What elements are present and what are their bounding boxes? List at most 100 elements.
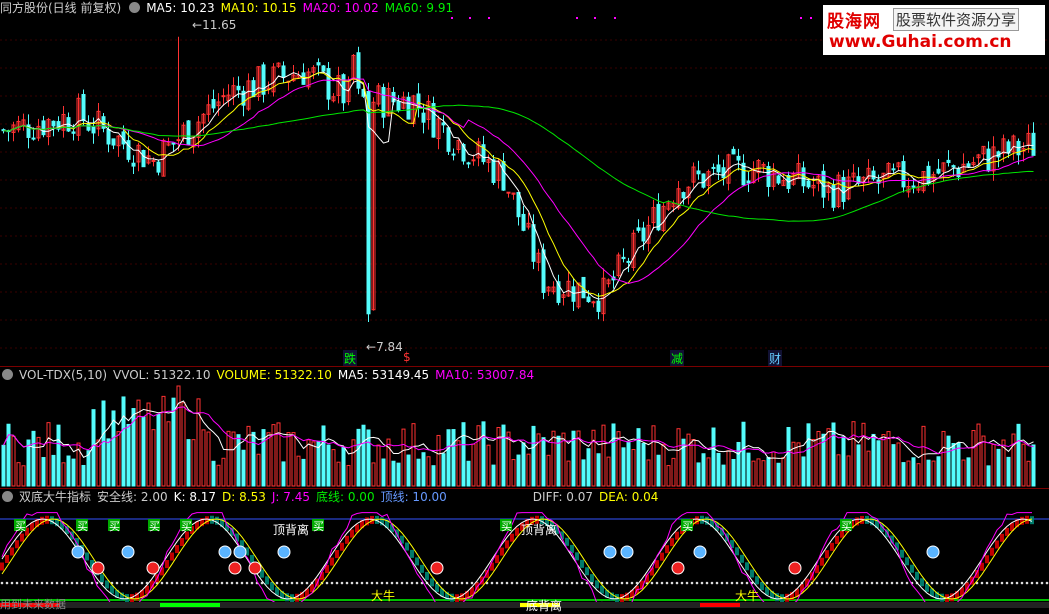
safe-line-dot [720,581,724,585]
volume-bar [971,430,976,487]
volume-bar [626,441,631,487]
safe-line-dot [385,581,389,585]
safe-line-dot [10,581,14,585]
safe-line-dot [460,581,464,585]
volume-bar [676,428,681,487]
safe-line-dot [455,581,459,585]
red-bubble-icon [228,561,242,575]
gear-icon[interactable] [2,369,13,380]
volume-bar [511,459,516,487]
event-marker[interactable]: 减 [670,350,685,367]
volume-bar [231,431,236,487]
candle-body [221,95,226,98]
watermark-slogan: 股票软件资源分享 [893,8,1020,31]
safe-line-dot [90,581,94,585]
candle-body [421,112,426,123]
bottom-line-label: 底线: 0.00 [316,490,375,504]
safe-line-dot [295,581,299,585]
volume-bar [666,465,671,487]
safe-line-dot [235,581,239,585]
safe-line-dot [170,581,174,585]
volume-pane[interactable]: VOL-TDX(5,10) VVOL: 51322.10 VOLUME: 51322… [0,366,1049,489]
safe-line-dot [500,581,504,585]
event-marker[interactable]: 跌 [343,350,358,367]
price-pane[interactable]: 同方股份(日线 前复权) MA5: 10.23 MA10: 10.15 MA20: 1… [0,0,1049,367]
safe-line-dot [70,581,74,585]
volume-bar [116,431,121,487]
candle-body [721,167,726,179]
volume-bar [631,449,636,487]
volume-bar [731,458,736,487]
candle-body [946,159,951,164]
safe-line-dot [885,581,889,585]
candle-body [466,162,471,165]
red-bubble-icon [248,561,262,575]
safe-line-label: 安全线: 2.00 [97,490,168,504]
volume-bar [931,460,936,487]
signal-dot [576,17,578,19]
candle-body [636,227,641,231]
safe-line-dot [360,581,364,585]
safe-line-dot [1030,581,1034,585]
volume-bar [306,439,311,487]
candle-body [81,94,86,122]
volume-bar [191,439,196,487]
volume-bar [196,398,201,487]
volume-bar [586,448,591,487]
volume-bar [551,430,556,487]
candle-body [441,122,446,126]
safe-line-dot [15,581,19,585]
volume-bar [526,453,531,487]
red-bubble-icon [430,561,444,575]
signal-dot [800,17,802,19]
status-text: 用到未来数据 [0,598,66,611]
safe-line-dot [185,581,189,585]
volume-bar [241,449,246,487]
volume-bar [766,456,771,487]
candle-body [871,170,876,180]
volume-chart[interactable] [0,367,1049,489]
gear-icon[interactable] [2,491,13,502]
safe-line-dot [440,581,444,585]
volume-bar [6,423,11,487]
top-line-label: 顶线: 10.00 [380,490,447,504]
candle-body [966,163,971,167]
safe-line-dot [665,581,669,585]
volume-bar [281,461,286,487]
volume-bar [756,458,761,487]
event-marker[interactable]: $ [402,350,412,364]
safe-line-dot [995,581,999,585]
volume-bar [921,425,926,487]
bubble-icon [620,545,634,559]
volume-bar [796,442,801,487]
safe-line-dot [165,581,169,585]
divergence-label: 顶背离 [273,523,310,537]
volume-bar [236,434,241,487]
volume-bar [326,444,331,487]
safe-line-dot [610,581,614,585]
safe-line-dot [75,581,79,585]
candle-body [71,131,76,134]
volume-bar [141,416,146,487]
volume-bar [721,464,726,487]
indicator-pane[interactable]: 买 买 买 买 买 买 买 买 买 双底大牛指标 安全线: 2.00 K: 8.17 D: 8.53 J… [0,488,1049,613]
safe-line-dot [685,581,689,585]
volume-bar [726,450,731,487]
buy-signal-label: 买 [15,520,26,533]
indicator-chart[interactable]: 买买买买买买买买买 [0,489,1049,612]
candle-body [86,123,91,131]
candle-body [326,68,331,100]
volume-bar [291,432,296,487]
volume-bar [646,459,651,487]
volume-bar [651,425,656,487]
volume-bar [441,453,446,487]
safe-line-dot [545,581,549,585]
volume-bar [781,457,786,487]
safe-line-dot [450,581,454,585]
volume-bar [101,400,106,487]
gear-icon[interactable] [129,2,141,13]
volume-bar [86,450,91,487]
j-label: J: 7.45 [271,490,310,504]
candle-body [106,128,111,145]
event-marker[interactable]: 财 [768,350,783,367]
